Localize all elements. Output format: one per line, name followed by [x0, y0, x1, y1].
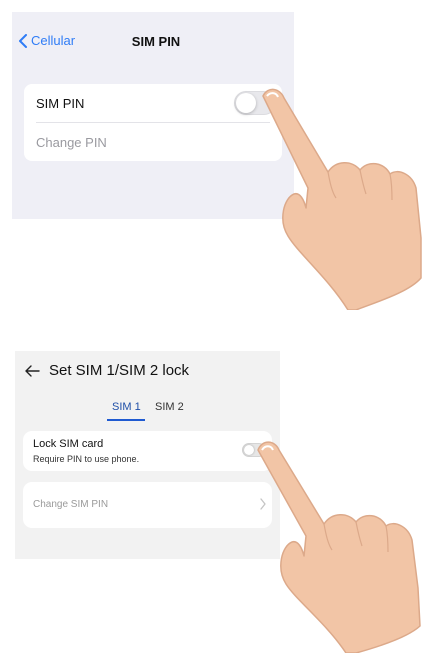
tab-sim-1[interactable]: SIM 1: [112, 401, 141, 413]
ios-navigation-bar: Cellular SIM PIN: [12, 12, 294, 72]
pointing-hand-icon: [262, 88, 422, 310]
arrow-left-icon[interactable]: [24, 363, 40, 379]
android-lock-sim-row: Lock SIM card Require PIN to use phone.: [23, 431, 272, 471]
ios-sim-pin-screen: Cellular SIM PIN SIM PIN Change PIN: [12, 12, 294, 219]
ios-toggle-knob: [236, 93, 256, 113]
android-sim-tabs: SIM 1 SIM 2: [15, 401, 280, 423]
ios-settings-card: SIM PIN Change PIN: [24, 84, 282, 161]
selected-tab-indicator: [107, 419, 145, 421]
tab-sim-2[interactable]: SIM 2: [155, 401, 184, 413]
android-page-title: Set SIM 1/SIM 2 lock: [49, 362, 190, 379]
android-sim-lock-screen: Set SIM 1/SIM 2 lock SIM 1 SIM 2 Lock SI…: [15, 351, 280, 559]
lock-sim-card-label: Lock SIM card: [33, 438, 104, 450]
ios-page-title: SIM PIN: [131, 34, 181, 49]
change-sim-pin-label: Change SIM PIN: [33, 499, 109, 510]
ios-sim-pin-row: SIM PIN: [36, 84, 276, 123]
lock-sim-card-subtitle: Require PIN to use phone.: [33, 454, 140, 464]
ios-change-pin-row[interactable]: Change PIN: [36, 123, 270, 161]
android-change-sim-pin-row[interactable]: Change SIM PIN: [23, 482, 272, 528]
ios-change-pin-label: Change PIN: [36, 134, 107, 150]
ios-sim-pin-label: SIM PIN: [36, 95, 85, 111]
pointing-hand-icon: [257, 441, 421, 653]
